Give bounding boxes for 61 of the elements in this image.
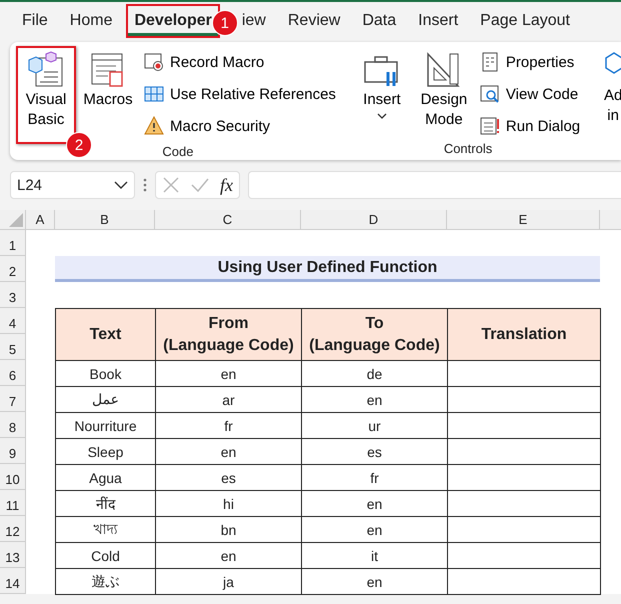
warning-icon: [144, 116, 164, 136]
ribbon-button[interactable]: Macros: [78, 46, 138, 114]
row-header[interactable]: 1: [0, 230, 26, 256]
check-icon[interactable]: [190, 176, 210, 194]
grip-icon: [143, 177, 147, 193]
column-header[interactable]: A: [26, 210, 55, 230]
group-label: Controls: [444, 141, 492, 158]
row-header[interactable]: 5: [0, 334, 26, 360]
ribbon-button[interactable]: Ad in: [590, 42, 621, 160]
column-header[interactable]: B: [55, 210, 155, 230]
column-header[interactable]: E: [447, 210, 600, 230]
menu-tab[interactable]: Insert: [410, 4, 466, 38]
column-heading: Translation: [447, 308, 601, 361]
column-heading: From (Language Code): [155, 308, 302, 361]
ribbon-button[interactable]: Insert: [352, 46, 412, 123]
table-cell: 遊ぶ: [55, 568, 156, 595]
column-heading: Text: [55, 308, 156, 361]
menu-tab[interactable]: Review: [280, 4, 348, 38]
menu-tab[interactable]: File: [14, 4, 56, 38]
menu-tab[interactable]: Developer: [126, 4, 220, 38]
row-header[interactable]: 2: [0, 256, 26, 282]
row-header[interactable]: 9: [0, 438, 26, 464]
menu-tab[interactable]: Page Layout: [472, 4, 578, 38]
dialog-icon: [480, 116, 500, 136]
chevron-icon: [114, 181, 128, 189]
row-header[interactable]: 7: [0, 386, 26, 412]
row-header[interactable]: 10: [0, 464, 26, 490]
row-header[interactable]: 3: [0, 282, 26, 308]
menu-tab[interactable]: Home: [62, 4, 120, 38]
ribbon-button[interactable]: Properties: [476, 48, 584, 76]
column-heading: To (Language Code): [301, 308, 448, 361]
column-header[interactable]: C: [155, 210, 301, 230]
group-label: Code: [162, 144, 194, 160]
row-header[interactable]: 12: [0, 516, 26, 542]
name-box[interactable]: L24: [10, 171, 135, 199]
formula-input[interactable]: [248, 171, 621, 199]
select-all-icon[interactable]: [9, 213, 23, 227]
ribbon-button[interactable]: Macro Security: [140, 112, 340, 140]
step-badge: 2: [66, 132, 92, 158]
ribbon-button[interactable]: Visual Basic: [16, 46, 76, 144]
record-icon: [144, 52, 164, 72]
ribbon-button[interactable]: Record Macro: [140, 48, 340, 76]
ribbon-button[interactable]: Run Dialog: [476, 112, 584, 140]
list-icon: [480, 52, 500, 72]
row-header[interactable]: 6: [0, 360, 26, 386]
sheet-title: Using User Defined Function: [55, 256, 600, 282]
magnifier-icon: [480, 84, 500, 104]
column-header[interactable]: D: [301, 210, 447, 230]
ribbon-button[interactable]: View Code: [476, 80, 584, 108]
step-badge: 1: [212, 10, 238, 36]
ribbon-button[interactable]: Design Mode: [414, 46, 474, 134]
row-header[interactable]: 11: [0, 490, 26, 516]
grid-icon: [144, 84, 164, 104]
row-header[interactable]: 4: [0, 308, 26, 334]
menu-tab[interactable]: Data: [354, 4, 404, 38]
ribbon-button[interactable]: Use Relative References: [140, 80, 340, 108]
cancel-icon[interactable]: [162, 176, 180, 194]
row-header[interactable]: 8: [0, 412, 26, 438]
insert-function-button[interactable]: fx: [220, 174, 233, 196]
row-header[interactable]: 13: [0, 542, 26, 568]
row-header[interactable]: 14: [0, 568, 26, 594]
